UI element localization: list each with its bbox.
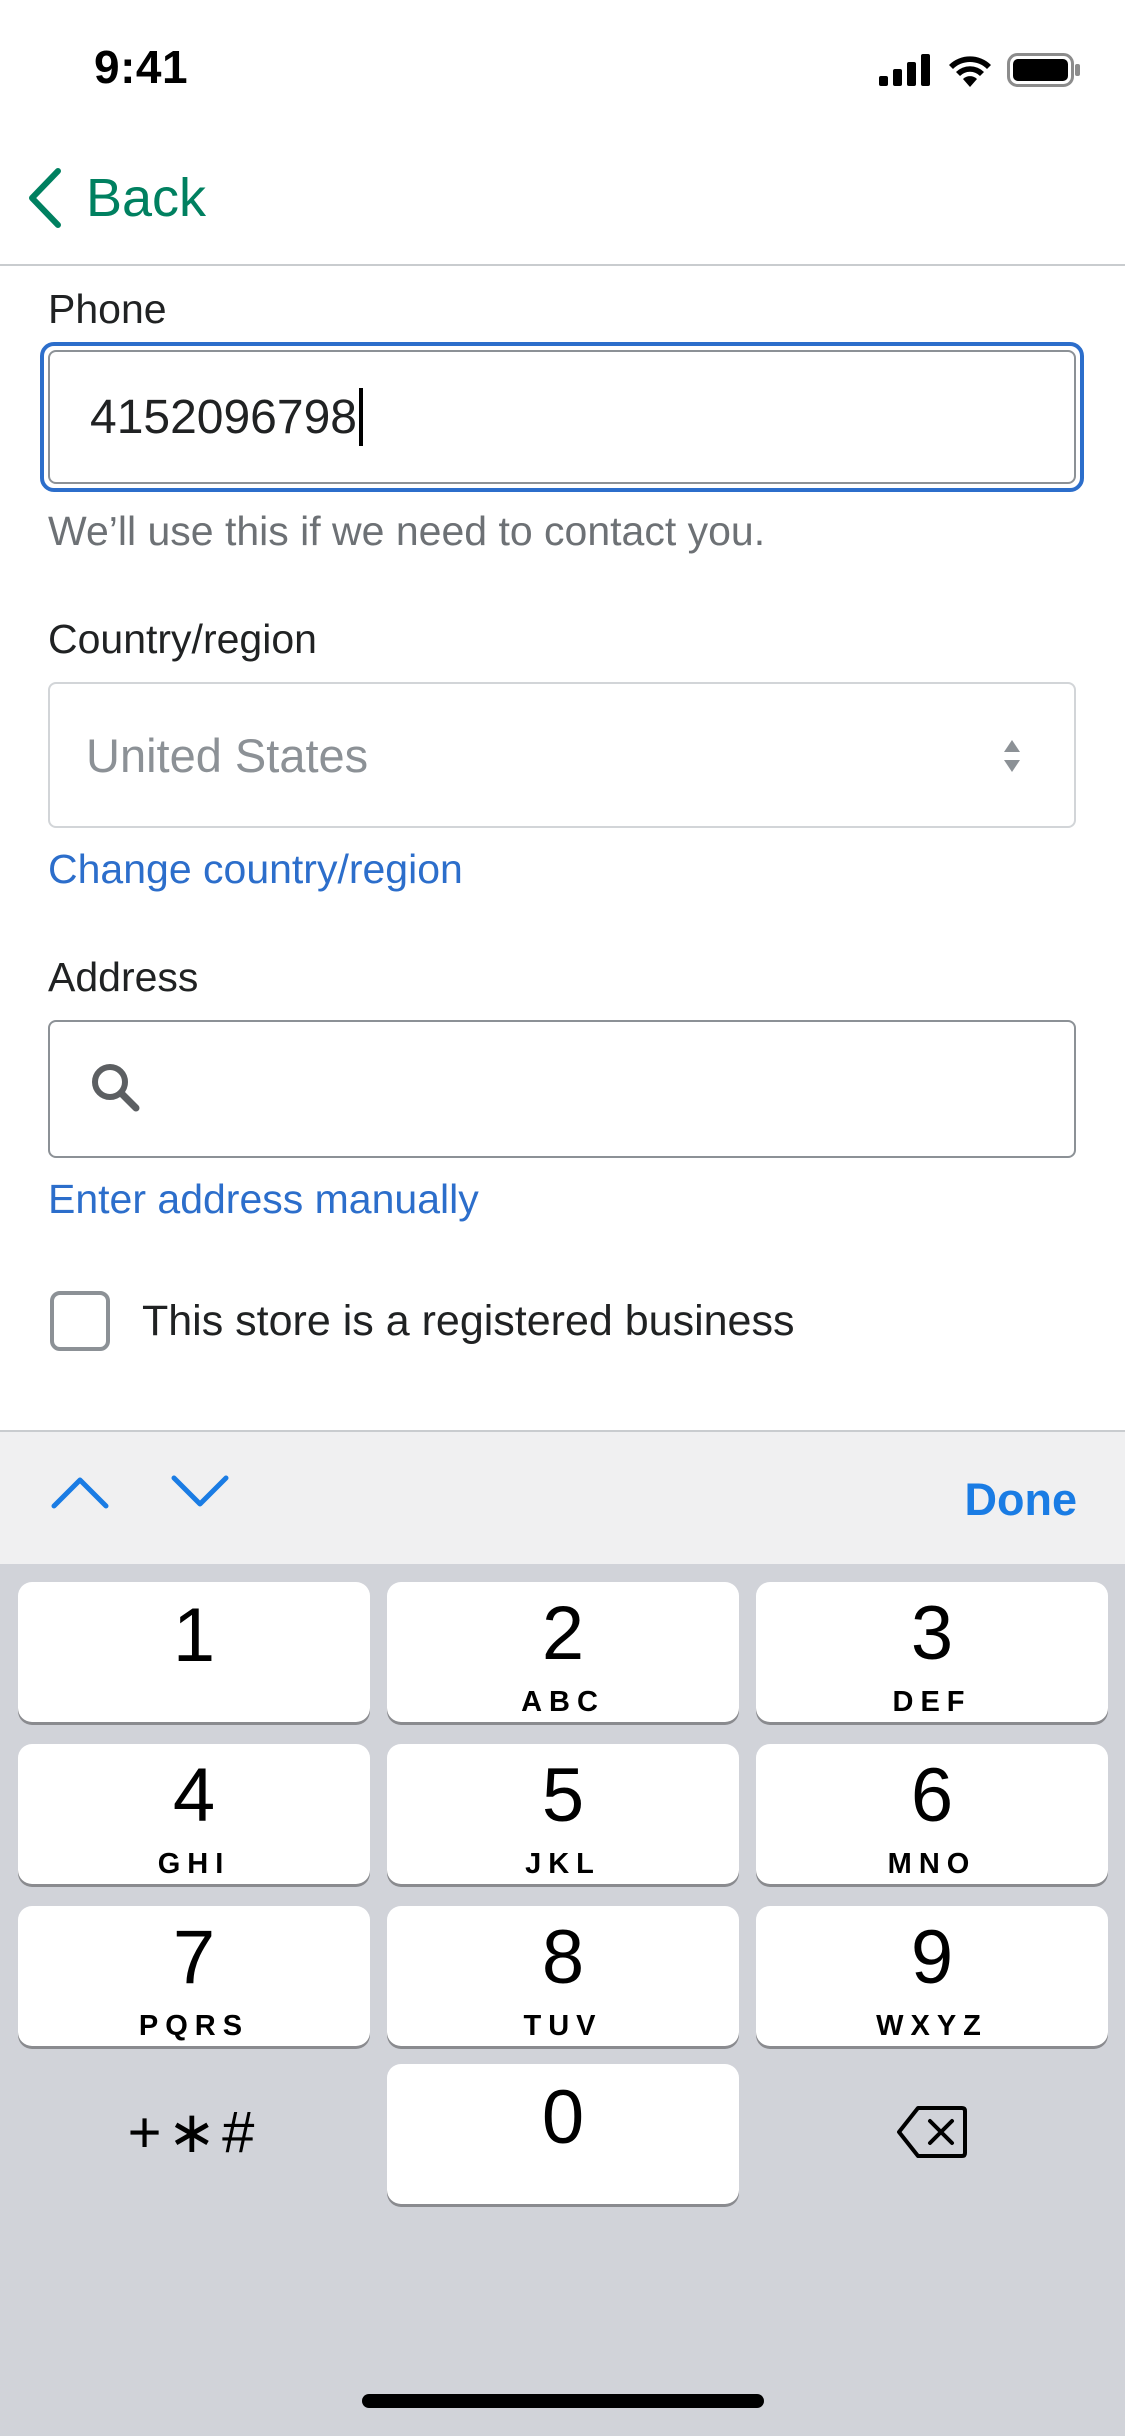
key-7[interactable]: 7 PQRS xyxy=(18,1906,370,2046)
key-1[interactable]: 1 xyxy=(18,1582,370,1722)
key-digit: 8 xyxy=(541,1915,585,2000)
key-digit: 2 xyxy=(541,1591,585,1676)
key-letters: GHI xyxy=(157,1848,231,1880)
phone-input[interactable]: 4152096798 xyxy=(48,350,1076,484)
back-button[interactable]: Back xyxy=(26,163,206,233)
key-digit: 5 xyxy=(541,1753,585,1838)
previous-field-chevron-up-icon[interactable] xyxy=(50,1472,110,1512)
key-0[interactable]: 0 xyxy=(387,2064,739,2204)
key-letters: ABC xyxy=(521,1686,605,1718)
key-2[interactable]: 2 ABC xyxy=(387,1582,739,1722)
backspace-icon xyxy=(897,2106,967,2158)
key-letters: PQRS xyxy=(138,2010,250,2042)
search-icon xyxy=(92,1064,140,1112)
phone-help-text: We’ll use this if we need to contact you… xyxy=(48,508,766,554)
back-label: Back xyxy=(86,168,207,228)
country-label: Country/region xyxy=(48,616,317,662)
registered-business-label: This store is a registered business xyxy=(142,1296,795,1345)
address-search-input[interactable] xyxy=(48,1020,1076,1158)
registered-business-row[interactable]: This store is a registered business xyxy=(50,1291,794,1351)
key-3[interactable]: 3 DEF xyxy=(756,1582,1108,1722)
key-digit: 4 xyxy=(172,1753,216,1838)
key-6[interactable]: 6 MNO xyxy=(756,1744,1108,1884)
status-time: 9:41 xyxy=(94,41,189,93)
phone-value: 4152096798 xyxy=(90,390,357,444)
key-digit: 1 xyxy=(172,1593,216,1678)
registered-business-checkbox[interactable] xyxy=(50,1291,110,1351)
key-digit: 0 xyxy=(541,2075,585,2160)
delete-key[interactable] xyxy=(756,2062,1108,2202)
battery-icon xyxy=(1007,53,1080,87)
select-arrows-icon xyxy=(1004,740,1020,772)
country-select[interactable]: United States xyxy=(48,682,1076,828)
nav-bar: Back xyxy=(0,135,1125,266)
key-digit: 6 xyxy=(910,1753,954,1838)
key-8[interactable]: 8 TUV xyxy=(387,1906,739,2046)
key-letters: JKL xyxy=(525,1848,601,1880)
key-letters: MNO xyxy=(887,1848,977,1880)
keyboard-accessory-bar: Done xyxy=(0,1430,1125,1564)
key-letters: DEF xyxy=(892,1686,972,1718)
key-5[interactable]: 5 JKL xyxy=(387,1744,739,1884)
status-bar: 9:41 xyxy=(0,0,1125,135)
status-icons xyxy=(879,50,1081,90)
enter-address-manually-link[interactable]: Enter address manually xyxy=(48,1176,479,1223)
screen: 9:41 Back Phone 4152096798 We’ll use thi… xyxy=(0,0,1125,2436)
chevron-left-icon xyxy=(29,168,61,228)
key-letters: TUV xyxy=(523,2010,603,2042)
address-label: Address xyxy=(48,954,199,1000)
home-indicator xyxy=(362,2394,764,2408)
phone-label: Phone xyxy=(48,286,167,332)
wifi-icon xyxy=(949,56,991,87)
key-9[interactable]: 9 WXYZ xyxy=(756,1906,1108,2046)
country-selected-value: United States xyxy=(86,728,369,782)
key-4[interactable]: 4 GHI xyxy=(18,1744,370,1884)
change-country-link[interactable]: Change country/region xyxy=(48,846,463,893)
key-digit: 3 xyxy=(910,1591,954,1676)
key-symbols[interactable]: +∗# xyxy=(18,2062,370,2202)
key-digit: 7 xyxy=(172,1915,216,2000)
phone-field[interactable]: 4152096798 xyxy=(40,342,1084,492)
key-digit: 9 xyxy=(910,1915,954,2000)
cellular-signal-icon xyxy=(879,54,930,86)
next-field-chevron-down-icon[interactable] xyxy=(170,1472,230,1512)
text-caret xyxy=(358,388,363,446)
key-letters: WXYZ xyxy=(876,2010,988,2042)
done-button[interactable]: Done xyxy=(965,1474,1078,1526)
